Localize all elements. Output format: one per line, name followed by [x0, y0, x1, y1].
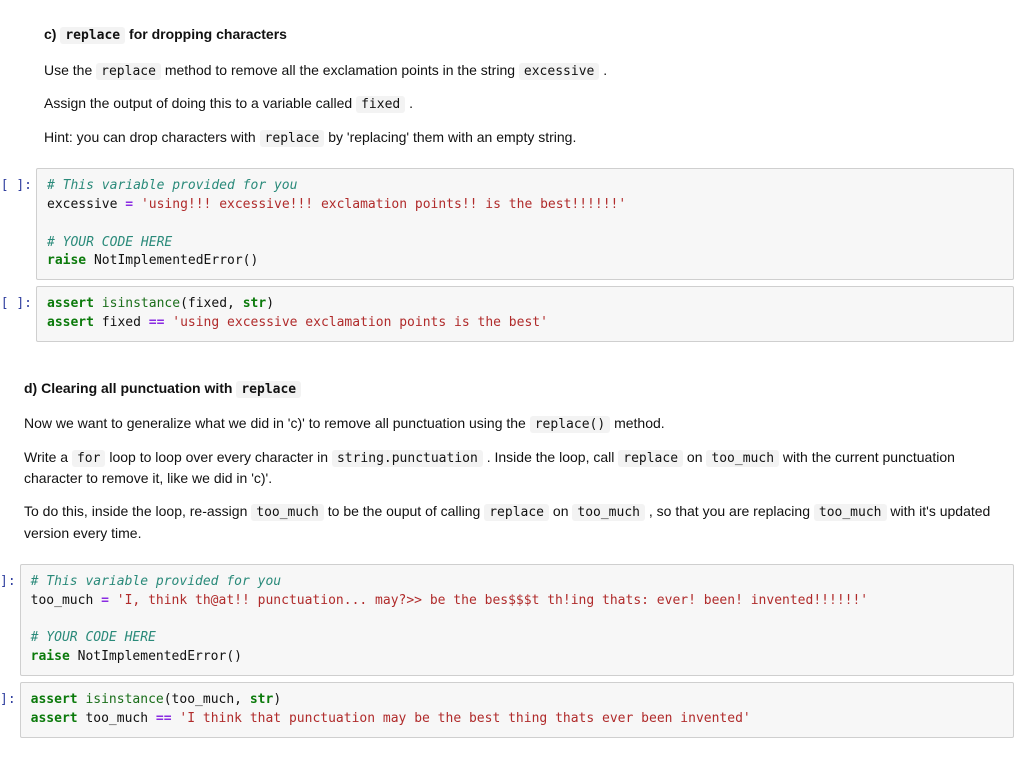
heading-prefix: c) — [44, 26, 60, 42]
input-prompt: ]: — [0, 564, 20, 676]
input-prompt: [ ]: — [0, 168, 36, 280]
code-cell[interactable]: ]: # This variable provided for you too_… — [0, 564, 1014, 676]
code-cell[interactable]: [ ]: # This variable provided for you ex… — [0, 168, 1014, 280]
heading-code: replace — [236, 381, 301, 398]
heading-code: replace — [60, 27, 125, 44]
paragraph: Assign the output of doing this to a var… — [44, 93, 1014, 115]
code-input[interactable]: # This variable provided for you excessi… — [36, 168, 1014, 280]
code-input[interactable]: assert isinstance(too_much, str) assert … — [20, 682, 1014, 738]
heading-suffix: for dropping characters — [125, 26, 287, 42]
input-prompt: [ ]: — [0, 286, 36, 342]
markdown-body: d) Clearing all punctuation with replace… — [16, 370, 1014, 558]
markdown-cell-d: d) Clearing all punctuation with replace… — [0, 370, 1014, 558]
notebook-page: c) replace for dropping characters Use t… — [0, 0, 1024, 774]
paragraph: Use the replace method to remove all the… — [44, 60, 1014, 82]
input-prompt: ]: — [0, 682, 20, 738]
code-input[interactable]: # This variable provided for you too_muc… — [20, 564, 1014, 676]
heading-prefix: d) Clearing all punctuation with — [24, 380, 236, 396]
section-d-heading: d) Clearing all punctuation with replace — [24, 378, 1014, 400]
paragraph: To do this, inside the loop, re-assign t… — [24, 501, 1014, 544]
code-input[interactable]: assert isinstance(fixed, str) assert fix… — [36, 286, 1014, 342]
code-cell[interactable]: ]: assert isinstance(too_much, str) asse… — [0, 682, 1014, 738]
prompt-spacer — [0, 370, 16, 558]
paragraph: Now we want to generalize what we did in… — [24, 413, 1014, 435]
paragraph: Hint: you can drop characters with repla… — [44, 127, 1014, 149]
section-c-heading: c) replace for dropping characters — [44, 24, 1014, 46]
prompt-spacer — [0, 16, 36, 162]
paragraph: Write a for loop to loop over every char… — [24, 447, 1014, 490]
markdown-cell-c: c) replace for dropping characters Use t… — [0, 16, 1014, 162]
code-cell[interactable]: [ ]: assert isinstance(fixed, str) asser… — [0, 286, 1014, 342]
markdown-body: c) replace for dropping characters Use t… — [36, 16, 1014, 162]
